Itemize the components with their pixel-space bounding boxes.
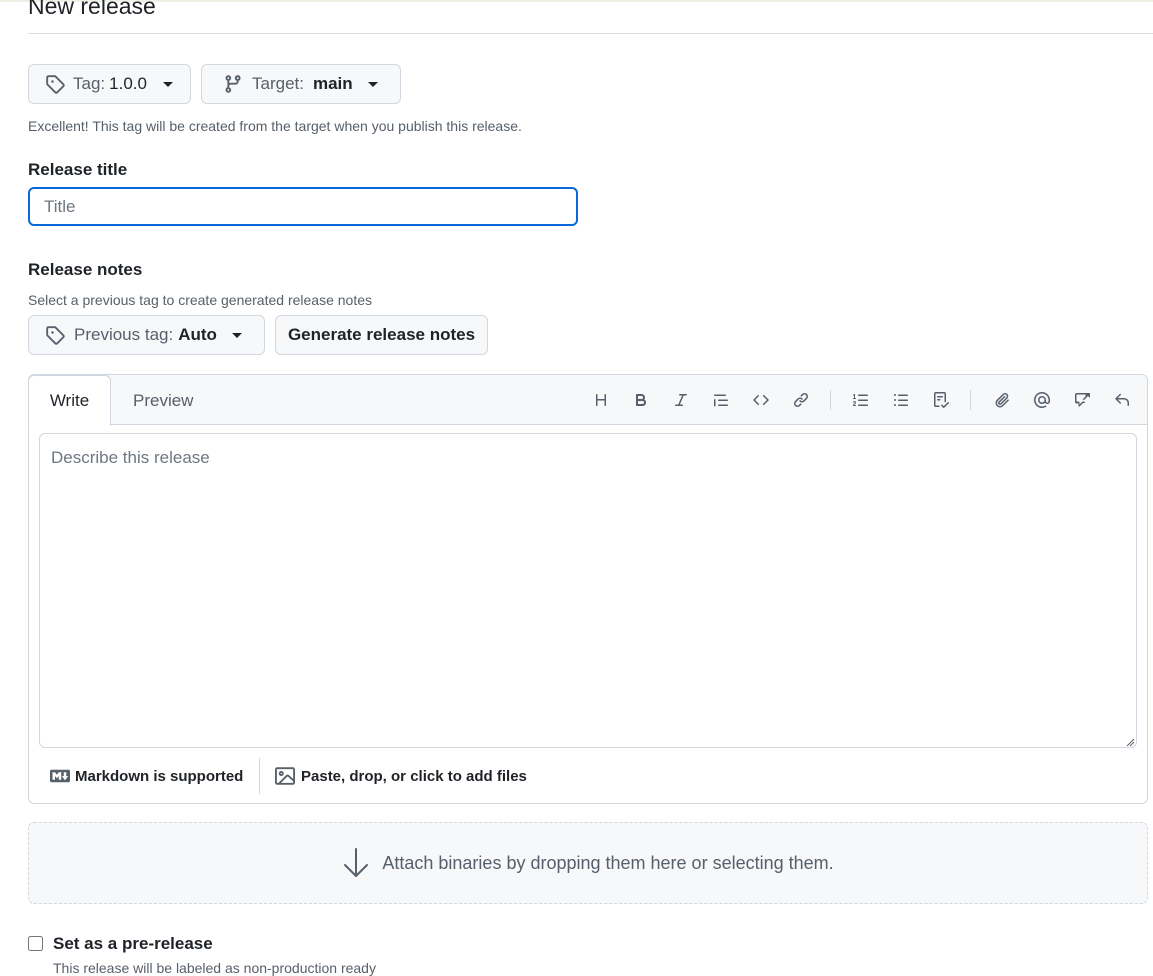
release-title-input[interactable] xyxy=(28,187,578,226)
chevron-down-icon xyxy=(162,81,173,87)
editor-header: Write Preview xyxy=(28,375,1147,426)
toolbar-divider xyxy=(830,390,831,410)
attach-icon[interactable] xyxy=(990,388,1014,412)
markdown-label: Markdown is supported xyxy=(75,767,244,785)
tab-write[interactable]: Write xyxy=(28,375,111,426)
chevron-down-icon xyxy=(367,81,378,87)
add-files-label: Paste, drop, or click to add files xyxy=(301,767,527,785)
previous-tag-button[interactable]: Previous tag: Auto xyxy=(28,315,265,355)
tag-select-button[interactable]: Tag: 1.0.0 xyxy=(28,64,191,104)
ordered-list-icon[interactable] xyxy=(849,388,873,412)
editor-toolbar xyxy=(589,375,1144,425)
undo-icon[interactable] xyxy=(1110,388,1134,412)
footer-divider xyxy=(259,758,260,794)
tag-hint: Excellent! This tag will be created from… xyxy=(28,118,522,134)
target-branch-button[interactable]: Target: main xyxy=(201,64,401,104)
tag-icon xyxy=(46,75,65,94)
previous-tag-value: Auto xyxy=(178,325,217,344)
release-notes-textarea[interactable] xyxy=(39,433,1137,748)
add-files-link[interactable]: Paste, drop, or click to add files xyxy=(275,765,527,787)
tag-icon xyxy=(46,326,65,345)
link-icon[interactable] xyxy=(789,388,813,412)
cross-reference-icon[interactable] xyxy=(1070,388,1094,412)
tag-label: Tag: xyxy=(73,74,106,93)
release-notes-label: Release notes xyxy=(28,260,143,279)
resize-handle-icon[interactable] xyxy=(1125,737,1135,747)
italic-icon[interactable] xyxy=(669,388,693,412)
image-icon xyxy=(275,767,295,785)
code-icon[interactable] xyxy=(749,388,773,412)
tab-preview[interactable]: Preview xyxy=(133,375,193,426)
toolbar-divider xyxy=(970,390,971,410)
markdown-supported-link[interactable]: Markdown is supported xyxy=(50,765,243,787)
release-title-label: Release title xyxy=(28,160,128,179)
heading-icon[interactable] xyxy=(589,388,613,412)
quote-icon[interactable] xyxy=(709,388,733,412)
task-list-icon[interactable] xyxy=(929,388,953,412)
generate-release-notes-button[interactable]: Generate release notes xyxy=(275,315,488,355)
prerelease-hint: This release will be labeled as non-prod… xyxy=(53,960,376,976)
branch-icon xyxy=(225,75,241,93)
top-border xyxy=(0,0,1153,2)
attach-binaries-dropzone[interactable]: Attach binaries by dropping them here or… xyxy=(28,822,1148,904)
prerelease-checkbox[interactable] xyxy=(28,936,43,951)
markdown-icon xyxy=(50,769,70,783)
tag-value: 1.0.0 xyxy=(109,74,147,93)
target-value: main xyxy=(312,74,353,93)
target-label: Target: xyxy=(252,74,304,93)
chevron-down-icon xyxy=(231,332,242,338)
mention-icon[interactable] xyxy=(1030,388,1054,412)
bold-icon[interactable] xyxy=(629,388,653,412)
title-divider xyxy=(28,33,1153,34)
release-notes-hint: Select a previous tag to create generate… xyxy=(28,292,372,308)
unordered-list-icon[interactable] xyxy=(889,388,913,412)
attach-binaries-label: Attach binaries by dropping them here or… xyxy=(382,852,834,873)
previous-tag-label: Previous tag: xyxy=(74,325,174,344)
arrow-down-icon xyxy=(344,848,369,877)
markdown-editor: Write Preview Describe this release Mark… xyxy=(28,374,1148,804)
prerelease-label[interactable]: Set as a pre-release xyxy=(53,934,213,954)
page-title: New release xyxy=(28,0,156,19)
